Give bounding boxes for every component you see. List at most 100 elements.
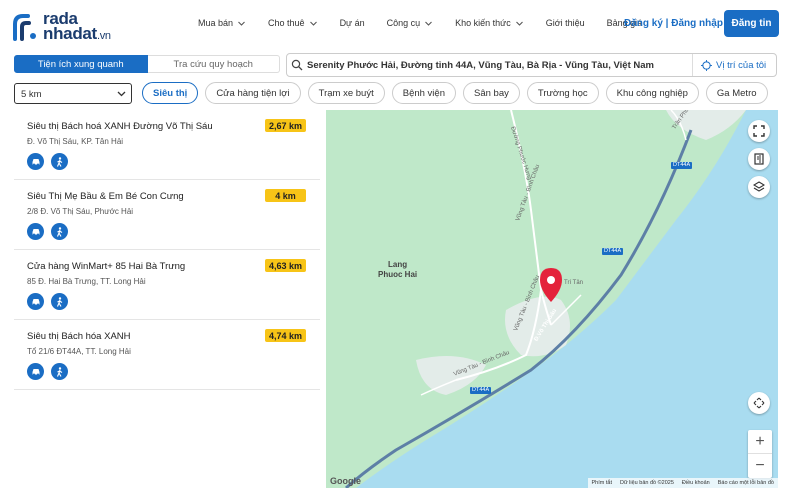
post-listing-button[interactable]: Đăng tin	[724, 10, 779, 37]
recenter-button[interactable]	[748, 392, 770, 414]
nav-item[interactable]: Dự án	[340, 18, 365, 28]
travel-modes	[27, 363, 68, 380]
distance-badge: 4,74 km	[265, 329, 306, 342]
map-attribution: Phím tắt Dữ liệu bản đồ ©2025 Điều khoản Bá…	[587, 478, 778, 488]
my-location-button[interactable]: Vị trí của tôi	[692, 54, 766, 76]
zoom-in-button[interactable]: +	[748, 430, 772, 454]
fullscreen-button[interactable]	[748, 120, 770, 142]
place-label: Lang Phuoc Hai	[378, 260, 418, 279]
zoom-out-button[interactable]: −	[748, 454, 772, 478]
category-chip[interactable]: Ga Metro	[705, 82, 768, 104]
map-layers-button[interactable]	[748, 176, 770, 198]
google-logo: Google	[330, 476, 361, 486]
tab-nearby-amenities[interactable]: Tiện ích xung quanh	[14, 55, 148, 73]
logo-mark-icon	[13, 14, 36, 41]
drive-directions-button[interactable]	[27, 293, 44, 310]
main-nav: Mua bán Cho thuê Dự án Công cụ Kho kiến thức…	[198, 18, 664, 28]
travel-modes	[27, 223, 68, 240]
results-list: Siêu thị Bách hoá XANH Đường Võ Thị Sáu Đ…	[14, 110, 320, 390]
place-address: Tổ 21/6 ĐT44A, TT. Long Hải	[27, 347, 131, 356]
place-name: Siêu thị Bách hoá XANH Đường Võ Thị Sáu	[27, 121, 213, 132]
fullscreen-icon	[753, 125, 765, 137]
address-search[interactable]: Serenity Phước Hải, Đường tỉnh 44A, Vũng…	[286, 53, 777, 77]
highway-badge: DT44A	[470, 387, 492, 394]
road-label: Trí Tân	[564, 280, 584, 286]
chevron-down-icon	[117, 91, 126, 97]
attribution-link[interactable]: Phím tắt	[592, 480, 612, 486]
attribution-link[interactable]: Báo cáo một lỗi bản đồ	[718, 480, 774, 486]
place-address: 85 Đ. Hai Bà Trưng, TT. Long Hải	[27, 277, 146, 286]
list-item[interactable]: Siêu thị Bách hóa XANH Tổ 21/6 ĐT44A, TT.…	[14, 320, 320, 390]
layers-icon	[753, 181, 765, 192]
chevron-down-icon	[238, 21, 245, 26]
tab-zoning-lookup[interactable]: Tra cứu quy hoạch	[147, 55, 280, 73]
nav-item[interactable]: Mua bán	[198, 18, 246, 28]
nav-item[interactable]: Giới thiệu	[546, 18, 585, 28]
car-icon	[32, 229, 39, 236]
map-view[interactable]: Lang Phuoc Hai Đường Phước Hưng Vũng Tàu…	[326, 110, 778, 488]
walk-directions-button[interactable]	[51, 363, 68, 380]
nav-item-label: Mua bán	[198, 18, 234, 28]
search-input[interactable]: Serenity Phước Hải, Đường tỉnh 44A, Vũng…	[307, 60, 654, 71]
walk-directions-button[interactable]	[51, 223, 68, 240]
place-name: Siêu thị Bách hóa XANH	[27, 331, 131, 342]
chevron-down-icon	[515, 21, 523, 26]
drive-directions-button[interactable]	[27, 223, 44, 240]
list-item[interactable]: Cửa hàng WinMart+ 85 Hai Bà Trưng 85 Đ. H…	[14, 250, 320, 320]
distance-badge: 4 km	[265, 189, 306, 202]
zoom-control: + −	[748, 430, 772, 478]
category-chip[interactable]: Sân bay	[463, 82, 520, 104]
place-name: Cửa hàng WinMart+ 85 Hai Bà Trưng	[27, 261, 186, 272]
travel-modes	[27, 293, 68, 310]
radius-select[interactable]: 5 km	[14, 83, 132, 104]
auth-link[interactable]: Đăng ký | Đăng nhập	[624, 18, 723, 29]
walk-directions-button[interactable]	[51, 153, 68, 170]
attribution-link[interactable]: Điều khoản	[682, 480, 710, 486]
nav-item[interactable]: Kho kiến thức	[455, 18, 524, 28]
nav-item[interactable]: Công cụ	[387, 18, 434, 28]
category-chip[interactable]: Trạm xe buýt	[307, 82, 385, 104]
category-chip[interactable]: Cửa hàng tiện lợi	[205, 82, 301, 104]
list-item[interactable]: Siêu thị Bách hoá XANH Đường Võ Thị Sáu Đ…	[14, 110, 320, 180]
category-chip[interactable]: Bệnh viện	[391, 82, 456, 104]
drive-directions-button[interactable]	[27, 153, 44, 170]
walk-directions-button[interactable]	[51, 293, 68, 310]
walking-icon	[56, 226, 63, 237]
move-arrows-icon	[753, 397, 765, 409]
nav-item-label: Dự án	[339, 18, 365, 28]
highway-badge: DT44A	[671, 162, 693, 169]
walking-icon	[56, 156, 63, 167]
list-item[interactable]: Siêu Thị Mẹ Bầu & Em Bé Con Cưng 2/8 Đ. V…	[14, 180, 320, 250]
nav-item[interactable]: Cho thuê	[268, 18, 318, 28]
my-location-label: Vị trí của tôi	[716, 59, 767, 71]
attribution-link[interactable]: Dữ liệu bản đồ ©2025	[620, 480, 674, 486]
category-chip[interactable]: Siêu thị	[142, 82, 199, 104]
highway-badge: DT44A	[602, 248, 624, 255]
walking-icon	[56, 366, 63, 377]
list-book-icon	[754, 153, 764, 165]
place-address: Đ. Võ Thị Sáu, KP. Tân Hải	[27, 137, 124, 146]
car-icon	[32, 159, 39, 166]
distance-badge: 2,67 km	[265, 119, 306, 132]
site-header: rada nhadat.vn Mua bán Cho thuê Dự án Công …	[0, 0, 800, 48]
map-base	[326, 110, 746, 488]
nav-item-label: Giới thiệu	[545, 18, 585, 28]
travel-modes	[27, 153, 68, 170]
nav-item-label: Công cụ	[386, 18, 421, 28]
category-chip[interactable]: Trường học	[526, 82, 599, 104]
car-icon	[32, 369, 39, 376]
walking-icon	[56, 296, 63, 307]
chevron-down-icon	[309, 21, 317, 26]
category-filters: Siêu thị Cửa hàng tiện lợi Trạm xe buýt Bện…	[142, 82, 775, 104]
place-address: 2/8 Đ. Võ Thị Sáu, Phước Hải	[27, 207, 134, 216]
category-chip[interactable]: Khu công nghiệp	[605, 82, 699, 104]
mode-tabs: Tiện ích xung quanh Tra cứu quy hoạch	[14, 55, 280, 73]
map-legend-button[interactable]	[748, 148, 770, 170]
brand-logo[interactable]: rada nhadat.vn	[12, 10, 142, 42]
drive-directions-button[interactable]	[27, 363, 44, 380]
car-icon	[32, 299, 39, 306]
logo-text-line2: nhadat.vn	[43, 24, 111, 43]
nav-item-label: Kho kiến thức	[455, 18, 511, 28]
radius-value: 5 km	[21, 89, 42, 100]
crosshair-icon	[701, 59, 712, 71]
